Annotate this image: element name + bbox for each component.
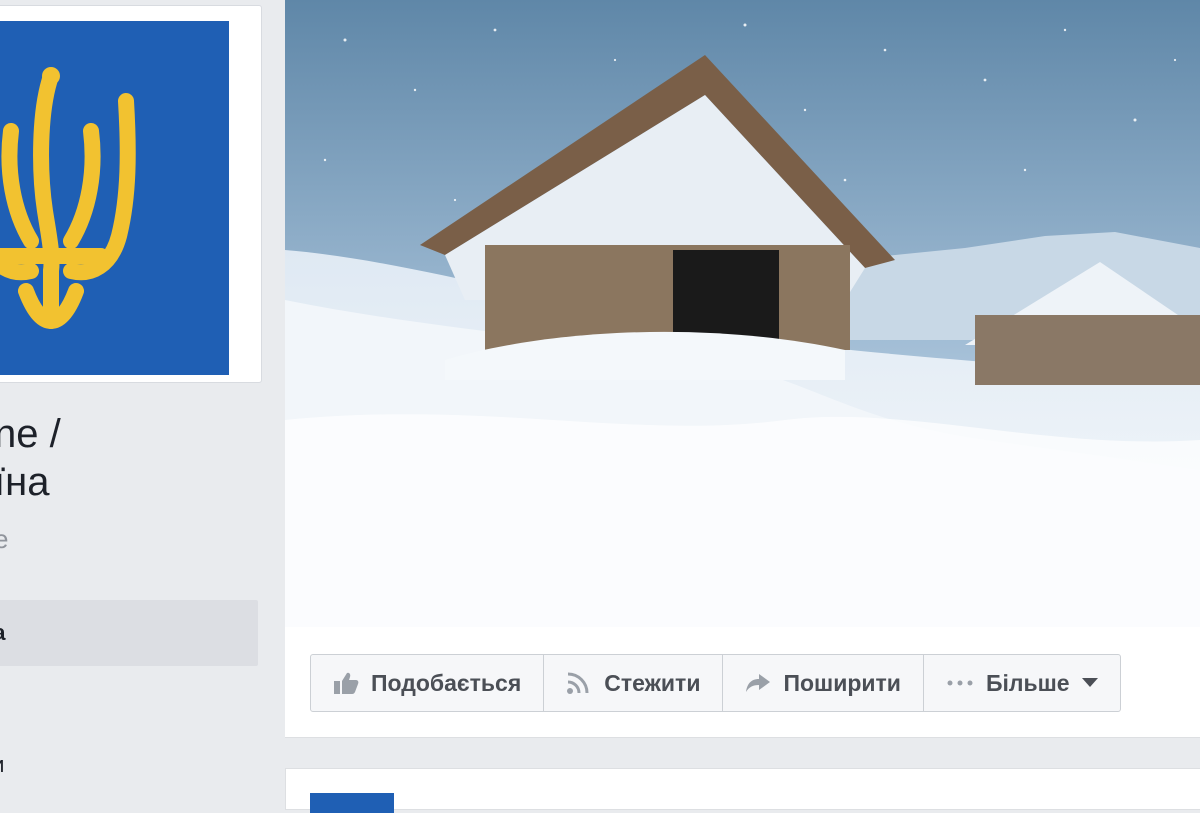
more-button[interactable]: Більше <box>924 655 1120 711</box>
follow-label: Стежити <box>604 669 701 696</box>
profile-picture[interactable] <box>0 21 229 375</box>
nav-item-label: ни <box>0 732 4 798</box>
ellipsis-icon <box>946 679 974 687</box>
nav-item-second[interactable]: и <box>0 666 258 732</box>
avatar <box>310 793 394 813</box>
share-button[interactable]: Поширити <box>723 655 924 711</box>
more-label: Більше <box>985 669 1070 696</box>
page-title-line-1: ne / <box>0 412 61 456</box>
cover-photo-image <box>285 0 1200 627</box>
post-composer-card <box>285 768 1200 813</box>
profile-picture-card <box>0 5 262 383</box>
share-label: Поширити <box>783 669 901 696</box>
page-nav: на и ни <box>0 600 258 798</box>
trident-emblem-icon <box>0 67 136 329</box>
thumbs-up-icon <box>333 671 359 695</box>
rss-feed-icon <box>566 671 592 695</box>
like-button[interactable]: Подобається <box>311 655 545 711</box>
follow-button[interactable]: Стежити <box>544 655 724 711</box>
cover-photo[interactable] <box>285 0 1200 627</box>
nav-item-label: на <box>0 600 6 666</box>
action-button-group: Подобається Стежити Поширити Більше <box>310 654 1121 712</box>
page-handle[interactable]: e <box>0 524 8 555</box>
like-label: Подобається <box>371 669 522 696</box>
share-arrow-icon <box>745 671 771 695</box>
page-action-bar: Подобається Стежити Поширити Більше <box>285 627 1200 738</box>
page-title-line-2: їна <box>0 460 50 504</box>
page-title: ne / їна <box>0 410 254 506</box>
caret-down-icon <box>1081 678 1098 688</box>
nav-item-third[interactable]: ни <box>0 732 258 798</box>
nav-item-home[interactable]: на <box>0 600 258 666</box>
